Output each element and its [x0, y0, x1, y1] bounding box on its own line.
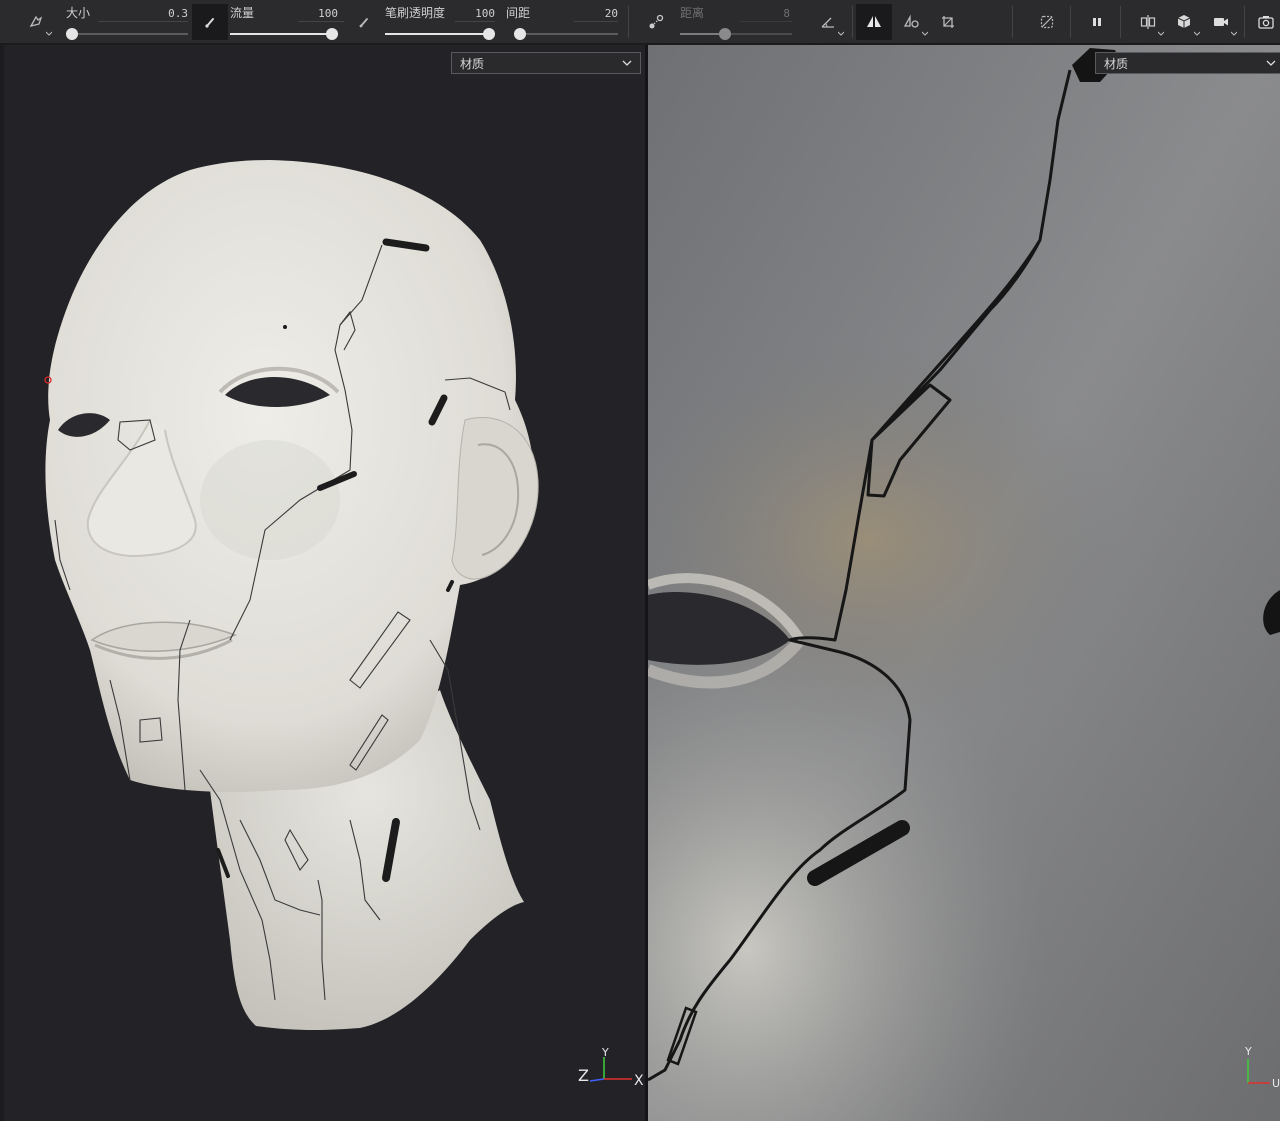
screenshot-button[interactable] — [1252, 4, 1280, 40]
axis-label-z: Z — [578, 1066, 589, 1085]
spacing-label: 间距 — [506, 6, 531, 20]
flow-label: 流量 — [230, 6, 255, 20]
chevron-down-icon — [838, 31, 844, 36]
screenshot-icon — [1258, 16, 1274, 29]
symmetry-button[interactable] — [856, 4, 892, 40]
chevron-down-icon — [1231, 31, 1237, 36]
flow-value[interactable]: 100 — [318, 7, 338, 20]
transform-button[interactable] — [930, 4, 966, 40]
distance-control[interactable]: 距离 8 — [680, 2, 792, 42]
brush-opacity-knob[interactable] — [483, 28, 495, 40]
axis-gizmo: Y X Z — [578, 1047, 644, 1089]
material-select-right-label: 材质 — [1104, 56, 1129, 71]
brush-size-label: 大小 — [66, 6, 91, 20]
distance-label: 距离 — [680, 6, 705, 20]
angle-icon — [821, 17, 834, 28]
main-3d-viewport[interactable]: 材质 Y X Z — [4, 45, 645, 1121]
distance-slider[interactable] — [680, 28, 792, 40]
angle-button[interactable] — [810, 4, 846, 40]
brush-opacity-label: 笔刷透明度 — [385, 6, 446, 20]
distance-knob[interactable] — [718, 28, 731, 40]
transform-icon — [942, 16, 954, 28]
toolbar-separator — [1244, 6, 1245, 38]
chevron-down-icon — [1194, 31, 1200, 36]
brush-opacity-slider[interactable] — [385, 28, 495, 40]
spacing-control[interactable]: 间距 20 — [506, 2, 618, 42]
spacing-knob[interactable] — [514, 28, 526, 40]
pen-pressure-icon — [359, 18, 368, 28]
camera-icon — [1214, 18, 1228, 26]
brush-opacity-value[interactable]: 100 — [475, 7, 495, 20]
camera-button[interactable] — [1203, 4, 1239, 40]
toolbar-separator — [1070, 6, 1071, 38]
split-view-icon — [1140, 15, 1156, 29]
flow-slider[interactable] — [230, 28, 338, 40]
shading-mode-button[interactable] — [1166, 4, 1202, 40]
ear-mesh — [451, 417, 539, 580]
axis-gizmo-right: Y U — [1244, 1045, 1280, 1090]
chevron-down-icon — [922, 31, 928, 36]
distance-value[interactable]: 8 — [783, 7, 790, 20]
brush-opacity-control[interactable]: 笔刷透明度 100 — [385, 2, 495, 42]
material-select[interactable]: 材质 — [451, 52, 641, 74]
pen-pressure-button[interactable] — [346, 4, 382, 40]
zoomed-head-model[interactable] — [648, 45, 1280, 1121]
axis-label-y: Y — [1244, 1045, 1252, 1058]
wireframe-toggle-icon — [1040, 15, 1054, 29]
shading-mode-icon — [1177, 15, 1191, 28]
pause-icon — [1093, 18, 1101, 26]
material-select-label: 材质 — [460, 56, 485, 71]
pause-button[interactable] — [1079, 4, 1115, 40]
wireframe-toggle-button[interactable] — [1029, 4, 1065, 40]
split-view-button[interactable] — [1130, 4, 1166, 40]
flow-knob[interactable] — [326, 28, 338, 40]
axis-label-x: X — [634, 1073, 644, 1089]
top-toolbar: 大小 0.3 流量 100 笔刷透明度 100 间距 20 距离 8 — [0, 0, 1280, 44]
axis-label-u: U — [1272, 1077, 1280, 1090]
lazy-mouse-button[interactable] — [638, 4, 674, 40]
brush-size-knob[interactable] — [66, 28, 78, 40]
chevron-down-icon — [1158, 31, 1164, 36]
symmetry-options-button[interactable] — [894, 4, 930, 40]
symmetry-icon — [867, 16, 881, 27]
brush-size-control[interactable]: 大小 0.3 — [66, 2, 188, 42]
toolbar-separator — [1120, 6, 1121, 38]
brush-preset-button[interactable] — [18, 4, 54, 40]
zoomed-3d-viewport[interactable]: 材质 Y U — [648, 45, 1280, 1121]
material-select-right[interactable]: 材质 — [1095, 52, 1280, 74]
brush-preset-icon — [29, 15, 43, 27]
spacing-slider[interactable] — [514, 28, 618, 40]
lazy-mouse-icon — [649, 14, 664, 29]
toolbar-separator — [852, 6, 853, 38]
spacing-value[interactable]: 20 — [605, 7, 618, 20]
flow-control[interactable]: 流量 100 — [230, 2, 344, 42]
head-model[interactable] — [4, 45, 645, 1121]
toolbar-separator — [1012, 6, 1013, 38]
brush-size-value[interactable]: 0.3 — [168, 7, 188, 20]
symmetry-options-icon — [903, 14, 919, 28]
brush-tip-button[interactable] — [192, 4, 228, 40]
axis-label-y: Y — [601, 1047, 609, 1059]
brush-tip-icon — [205, 18, 214, 28]
brush-size-slider[interactable] — [66, 28, 188, 40]
chevron-down-icon — [1266, 60, 1276, 66]
toolbar-separator — [628, 6, 629, 38]
chevron-down-icon — [622, 60, 632, 66]
chevron-down-icon — [46, 31, 52, 36]
